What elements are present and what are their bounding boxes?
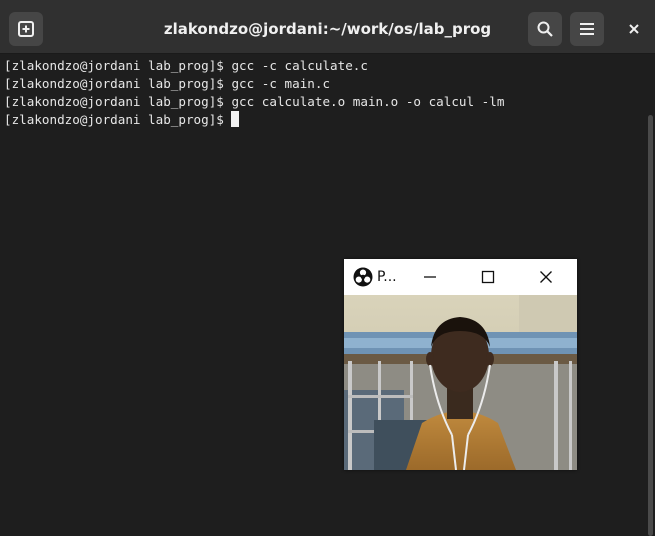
obs-logo-icon (353, 267, 373, 287)
title-bar: zlakondzo@jordani:~/work/os/lab_prog (0, 0, 655, 54)
terminal-line: [zlakondzo@jordani lab_prog]$ gcc calcul… (4, 94, 505, 109)
terminal-prompt-line: [zlakondzo@jordani lab_prog]$ (4, 111, 643, 129)
minimize-button[interactable] (404, 259, 456, 295)
scrollbar-thumb[interactable] (648, 115, 653, 536)
webcam-preview-window[interactable]: P... (344, 259, 577, 470)
terminal-line: [zlakondzo@jordani lab_prog]$ gcc -c cal… (4, 58, 368, 73)
webcam-preview (344, 295, 577, 470)
close-icon (629, 24, 639, 34)
terminal-prompt: [zlakondzo@jordani lab_prog]$ (4, 112, 232, 127)
menu-button[interactable] (570, 12, 604, 46)
scrollbar[interactable] (643, 55, 655, 536)
maximize-button[interactable] (462, 259, 514, 295)
terminal-line: [zlakondzo@jordani lab_prog]$ gcc -c mai… (4, 76, 331, 91)
close-icon (540, 271, 552, 283)
search-button[interactable] (528, 12, 562, 46)
popup-title-bar[interactable]: P... (344, 259, 577, 295)
maximize-icon (481, 270, 495, 284)
popup-title: P... (377, 269, 397, 285)
webcam-image (344, 295, 577, 470)
text-cursor (231, 111, 240, 127)
hamburger-menu-icon (580, 23, 594, 35)
minimize-icon (424, 276, 436, 278)
close-button[interactable] (617, 12, 651, 46)
popup-close-button[interactable] (520, 259, 572, 295)
search-icon (537, 21, 553, 37)
